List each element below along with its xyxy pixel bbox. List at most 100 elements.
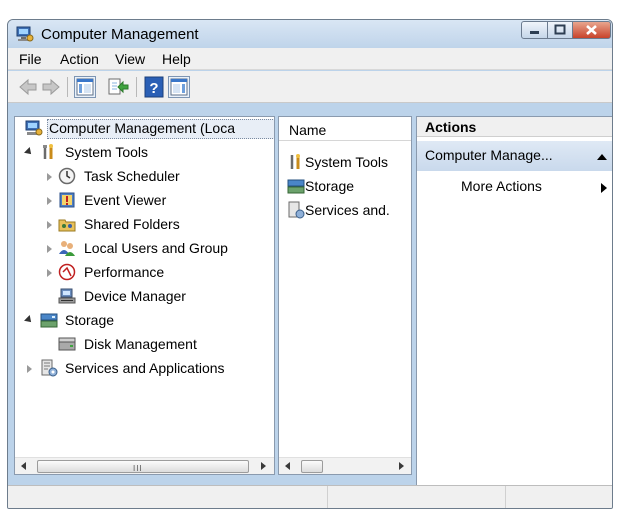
tree-item-performance[interactable]: Performance [15, 261, 274, 283]
tree-item-device-manager[interactable]: Device Manager [15, 285, 274, 307]
actions-group-label: Computer Manage... [425, 147, 553, 163]
scroll-left-arrow-icon[interactable] [21, 462, 26, 470]
menu-file[interactable]: File [19, 51, 42, 67]
actions-header: Actions [417, 117, 612, 137]
tree-item-label: Storage [65, 312, 115, 328]
computer-management-icon [25, 120, 43, 136]
scroll-thumb[interactable]: III [37, 460, 249, 473]
tree-item-local-users[interactable]: Local Users and Group [15, 237, 274, 259]
column-header-label: Name [289, 122, 327, 138]
tree-item-label: Task Scheduler [84, 168, 180, 184]
tools-icon [290, 154, 300, 169]
tree-item-task-scheduler[interactable]: Task Scheduler [15, 165, 274, 187]
tree-root-label: Computer Management (Loca [49, 120, 235, 136]
forward-arrow-icon[interactable] [41, 76, 61, 98]
device-manager-icon [58, 288, 76, 304]
toolbar-separator [136, 77, 137, 97]
storage-icon [287, 179, 305, 194]
maximize-icon [554, 24, 566, 35]
close-icon [586, 25, 597, 35]
svg-text:?: ? [149, 80, 158, 97]
tree-item-shared-folders[interactable]: Shared Folders [15, 213, 274, 235]
tree-item-system-tools[interactable]: System Tools [15, 141, 274, 163]
tree-item-storage[interactable]: Storage [15, 309, 274, 331]
action-pane-icon[interactable] [168, 76, 190, 98]
collapse-arrow-icon[interactable] [24, 315, 34, 325]
services-icon [288, 201, 305, 219]
window-title: Computer Management [41, 26, 199, 43]
tree-item-services-applications[interactable]: Services and Applications [15, 357, 274, 379]
maximize-button[interactable] [547, 21, 573, 39]
menu-action[interactable]: Action [60, 51, 99, 67]
expand-arrow-icon[interactable] [47, 197, 52, 205]
collapse-up-icon[interactable] [597, 154, 607, 160]
more-actions-item[interactable]: More Actions [417, 175, 612, 199]
disk-icon [58, 337, 76, 351]
console-tree-icon[interactable] [74, 76, 96, 98]
scroll-left-arrow-icon[interactable] [285, 462, 290, 470]
expand-arrow-icon[interactable] [27, 365, 32, 373]
tree-item-label: Performance [84, 264, 165, 280]
submenu-arrow-icon [601, 183, 607, 193]
collapse-arrow-icon[interactable] [24, 147, 34, 157]
help-icon[interactable]: ? [144, 76, 164, 98]
console-tree-pane[interactable]: Computer Management (Loca System Tools T… [14, 116, 275, 475]
status-cell [328, 486, 506, 508]
menu-view[interactable]: View [115, 51, 145, 67]
title-bar[interactable]: Computer Management [8, 20, 612, 48]
storage-icon [40, 313, 58, 328]
scroll-right-arrow-icon[interactable] [261, 462, 266, 470]
expand-arrow-icon[interactable] [47, 173, 52, 181]
tree-root-item[interactable]: Computer Management (Loca [15, 117, 274, 139]
toolbar-separator [67, 77, 68, 97]
clock-icon [58, 167, 76, 185]
expand-arrow-icon[interactable] [47, 269, 52, 277]
list-item-system-tools[interactable]: System Tools [279, 151, 411, 173]
actions-group-computer-management[interactable]: Computer Manage... [417, 141, 612, 171]
tree-item-event-viewer[interactable]: Event Viewer [15, 189, 274, 211]
scroll-right-arrow-icon[interactable] [399, 462, 404, 470]
menu-help[interactable]: Help [162, 51, 191, 67]
back-arrow-icon[interactable] [18, 76, 38, 98]
tree-item-label: Device Manager [84, 288, 186, 304]
scroll-thumb[interactable] [301, 460, 323, 473]
actions-header-label: Actions [425, 119, 477, 135]
more-actions-label: More Actions [461, 178, 542, 194]
list-item-label: Services and. [305, 202, 390, 218]
list-item-storage[interactable]: Storage [279, 175, 411, 197]
status-bar [8, 485, 612, 508]
tree-item-label: Event Viewer [84, 192, 167, 208]
list-horizontal-scrollbar[interactable] [279, 457, 411, 474]
performance-icon [58, 263, 76, 281]
scroll-grip: III [133, 464, 143, 473]
toolbar: ? [8, 71, 612, 103]
tree-item-disk-management[interactable]: Disk Management [15, 333, 274, 355]
name-column-header[interactable]: Name [279, 117, 411, 141]
close-button[interactable] [572, 21, 611, 39]
computer-management-window: Computer Management File Action View Hel… [7, 19, 613, 509]
tree-item-label: System Tools [65, 144, 148, 160]
expand-arrow-icon[interactable] [47, 221, 52, 229]
tree-item-label: Local Users and Group [84, 240, 228, 256]
minimize-icon [530, 31, 539, 34]
actions-pane: Actions Computer Manage... More Actions [416, 116, 612, 488]
tools-icon [43, 144, 53, 159]
results-list-pane[interactable]: Name System Tools Storage Services and. [278, 116, 412, 475]
tree-item-label: Shared Folders [84, 216, 180, 232]
services-icon [41, 359, 58, 377]
list-item-label: Storage [305, 178, 355, 194]
computer-management-icon [16, 26, 34, 42]
event-viewer-icon [59, 192, 75, 208]
tree-horizontal-scrollbar[interactable]: III [15, 457, 274, 474]
status-cell [8, 486, 328, 508]
list-item-label: System Tools [305, 154, 388, 170]
menu-bar: File Action View Help [8, 48, 612, 70]
tree-item-label: Services and Applications [65, 360, 225, 376]
users-icon [59, 241, 75, 256]
export-icon[interactable] [107, 76, 129, 98]
tree-item-label: Disk Management [84, 336, 197, 352]
shared-folder-icon [58, 219, 76, 232]
minimize-button[interactable] [521, 21, 548, 39]
expand-arrow-icon[interactable] [47, 245, 52, 253]
list-item-services[interactable]: Services and. [279, 199, 411, 221]
